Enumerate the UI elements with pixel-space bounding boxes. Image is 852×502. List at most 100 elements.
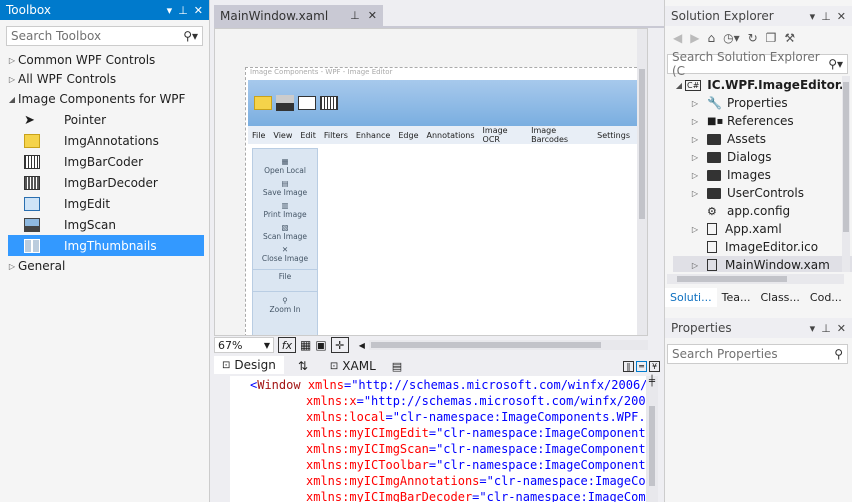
snap-grid-icon[interactable]: ▣ xyxy=(315,338,326,352)
pin-icon[interactable]: ⊥ xyxy=(821,10,831,23)
designer-vscrollbar[interactable] xyxy=(637,29,647,335)
toolbox-item-imgthumbnails[interactable]: ImgThumbnails xyxy=(8,235,204,256)
pin-icon[interactable]: ⊥ xyxy=(821,322,831,335)
snap-lines-icon[interactable]: ✛ xyxy=(330,337,349,353)
collapse-all-icon[interactable]: ❐ xyxy=(766,31,777,45)
close-icon[interactable]: ✕ xyxy=(837,322,846,335)
close-icon[interactable]: ✕ xyxy=(837,10,846,23)
split-horizontal-icon[interactable]: ═ xyxy=(636,360,647,372)
expand-icon[interactable]: ▷ xyxy=(689,99,701,108)
refresh-icon[interactable]: ↻ xyxy=(748,31,758,45)
toolbox-item-imgbardecoder[interactable]: ImgBarDecoder xyxy=(8,172,204,193)
toolbox-group-common[interactable]: ▷ Common WPF Controls xyxy=(6,50,209,70)
tab-design[interactable]: ⊡ Design xyxy=(214,356,284,376)
project-node[interactable]: ◢ C# IC.WPF.ImageEditor.I xyxy=(673,76,852,94)
zoom-in-button[interactable]: ⚲ Zoom In xyxy=(253,291,317,314)
solution-item-mainwindow-xaml[interactable]: ▷ MainWindow.xam xyxy=(673,256,852,272)
designer-surface[interactable]: Image Components - WPF - Image Editor Fi… xyxy=(214,28,648,336)
code-vscrollbar[interactable]: ╪ xyxy=(646,376,658,502)
close-icon[interactable]: ✕ xyxy=(368,9,377,22)
properties-title-bar[interactable]: Properties ▾ ⊥ ✕ xyxy=(665,318,852,338)
solution-item-images[interactable]: ▷ Images xyxy=(673,166,852,184)
pin-icon[interactable]: ⊥ xyxy=(350,9,360,22)
folder-icon xyxy=(707,151,721,163)
solution-item-app-config[interactable]: ⚙ app.config xyxy=(673,202,852,220)
folder-icon xyxy=(707,187,721,199)
solution-vscrollbar[interactable] xyxy=(842,76,850,272)
toolbox-group-image-components[interactable]: ◢ Image Components for WPF xyxy=(6,89,209,109)
popout-icon[interactable]: ▤ xyxy=(392,360,402,373)
solution-item-references[interactable]: ▷ ■▪ References xyxy=(673,112,852,130)
search-icon[interactable]: ⚲▾ xyxy=(828,57,843,71)
open-local-button[interactable]: ▦ Open Local xyxy=(253,157,317,175)
solution-item-imageeditor-ico[interactable]: ImageEditor.ico xyxy=(673,238,852,256)
tab-code[interactable]: Cod... xyxy=(805,288,847,307)
home-icon[interactable]: ⌂ xyxy=(707,31,715,45)
tab-mainwindow-xaml[interactable]: MainWindow.xaml ⊥ ✕ xyxy=(214,5,383,26)
hscroll-left-icon[interactable]: ◀ xyxy=(359,341,365,350)
pin-icon[interactable]: ⊥ xyxy=(178,4,188,17)
expand-icon[interactable]: ▷ xyxy=(689,171,701,180)
toolbox-group-all[interactable]: ▷ All WPF Controls xyxy=(6,69,209,89)
tab-solution[interactable]: Soluti... xyxy=(665,287,717,307)
designer-hscrollbar[interactable] xyxy=(368,340,648,350)
tab-class[interactable]: Class... xyxy=(755,288,804,307)
split-handle-icon[interactable]: ╪ xyxy=(646,376,658,387)
dropdown-icon[interactable]: ▾ xyxy=(810,322,816,335)
solution-item-assets[interactable]: ▷ Assets xyxy=(673,130,852,148)
scan-icon xyxy=(276,95,294,111)
solution-explorer-title-bar[interactable]: Solution Explorer ▾ ⊥ ✕ xyxy=(665,6,852,26)
solution-hscrollbar[interactable] xyxy=(667,274,844,284)
code-line: xmlns:myICImgBarDecoder="clr-namespace:I… xyxy=(306,490,646,502)
properties-search-input[interactable]: Search Properties ⚲ xyxy=(667,344,848,364)
collapse-icon[interactable]: ◢ xyxy=(6,95,18,104)
expand-icon[interactable]: ▷ xyxy=(6,75,18,84)
expand-icon[interactable]: ▷ xyxy=(689,135,701,144)
save-image-button[interactable]: ▤ Save Image xyxy=(253,179,317,197)
print-image-button[interactable]: ▥ Print Image xyxy=(253,201,317,219)
history-icon[interactable]: ◷▾ xyxy=(723,31,740,45)
dropdown-icon[interactable]: ▾ xyxy=(167,4,173,17)
search-icon[interactable]: ⚲ xyxy=(834,347,843,361)
collapse-icon[interactable]: ◢ xyxy=(673,81,685,90)
solution-item-app-xaml[interactable]: ▷ App.xaml xyxy=(673,220,852,238)
dropdown-icon[interactable]: ▾ xyxy=(810,10,816,23)
toolbox-search-input[interactable]: Search Toolbox ⚲▾ xyxy=(6,26,203,46)
search-icon[interactable]: ⚲▾ xyxy=(183,29,198,43)
solution-item-usercontrols[interactable]: ▷ UserControls xyxy=(673,184,852,202)
xaml-code-editor[interactable]: <Window xmlns="http://schemas.microsoft.… xyxy=(230,376,646,502)
close-icon[interactable]: ✕ xyxy=(194,4,203,17)
expand-icon[interactable]: ▷ xyxy=(689,261,701,270)
scan-image-button[interactable]: ▧ Scan Image xyxy=(253,223,317,241)
toolbox-item-imgedit[interactable]: ImgEdit xyxy=(8,193,204,214)
solution-item-properties[interactable]: ▷ 🔧 Properties xyxy=(673,94,852,112)
back-icon[interactable]: ◀ xyxy=(673,31,682,45)
solution-search-input[interactable]: Search Solution Explorer (C ⚲▾ xyxy=(667,50,848,78)
chevron-down-icon: ▼ xyxy=(263,340,270,350)
tab-xaml[interactable]: ⊡ XAML xyxy=(322,356,384,376)
expand-icon[interactable]: ▷ xyxy=(689,225,701,234)
toolbox-item-pointer[interactable]: ➤ Pointer xyxy=(8,109,204,130)
collapse-pane-icon[interactable]: ¥ xyxy=(649,360,660,372)
expand-icon[interactable]: ▷ xyxy=(689,117,701,126)
solution-item-dialogs[interactable]: ▷ Dialogs xyxy=(673,148,852,166)
forward-icon[interactable]: ▶ xyxy=(690,31,699,45)
close-image-button[interactable]: ✕ Close Image xyxy=(253,245,317,263)
designer-window[interactable]: Image Components - WPF - Image Editor Fi… xyxy=(245,67,647,335)
expand-icon[interactable]: ▷ xyxy=(689,189,701,198)
grid-icon[interactable]: ▦ xyxy=(300,338,311,352)
toolbox-item-imgannotations[interactable]: ImgAnnotations xyxy=(8,130,204,151)
swap-panes-icon[interactable]: ⇅ xyxy=(298,359,308,373)
toolbox-item-imgscan[interactable]: ImgScan xyxy=(8,214,204,235)
toolbox-item-imgbarcoder[interactable]: ImgBarCoder xyxy=(8,151,204,172)
expand-icon[interactable]: ▷ xyxy=(689,153,701,162)
wrench-icon[interactable]: ⚒ xyxy=(784,31,795,45)
tab-team[interactable]: Tea... xyxy=(717,288,756,307)
expand-icon[interactable]: ▷ xyxy=(6,56,18,65)
formula-icon[interactable]: fx xyxy=(278,337,296,353)
split-vertical-icon[interactable]: ‖ xyxy=(623,360,634,372)
toolbox-group-general[interactable]: ▷ General xyxy=(6,256,209,276)
zoom-select[interactable]: 67% ▼ xyxy=(214,337,274,353)
toolbox-title-bar[interactable]: Toolbox ▾ ⊥ ✕ xyxy=(0,0,209,20)
expand-icon[interactable]: ▷ xyxy=(6,262,18,271)
